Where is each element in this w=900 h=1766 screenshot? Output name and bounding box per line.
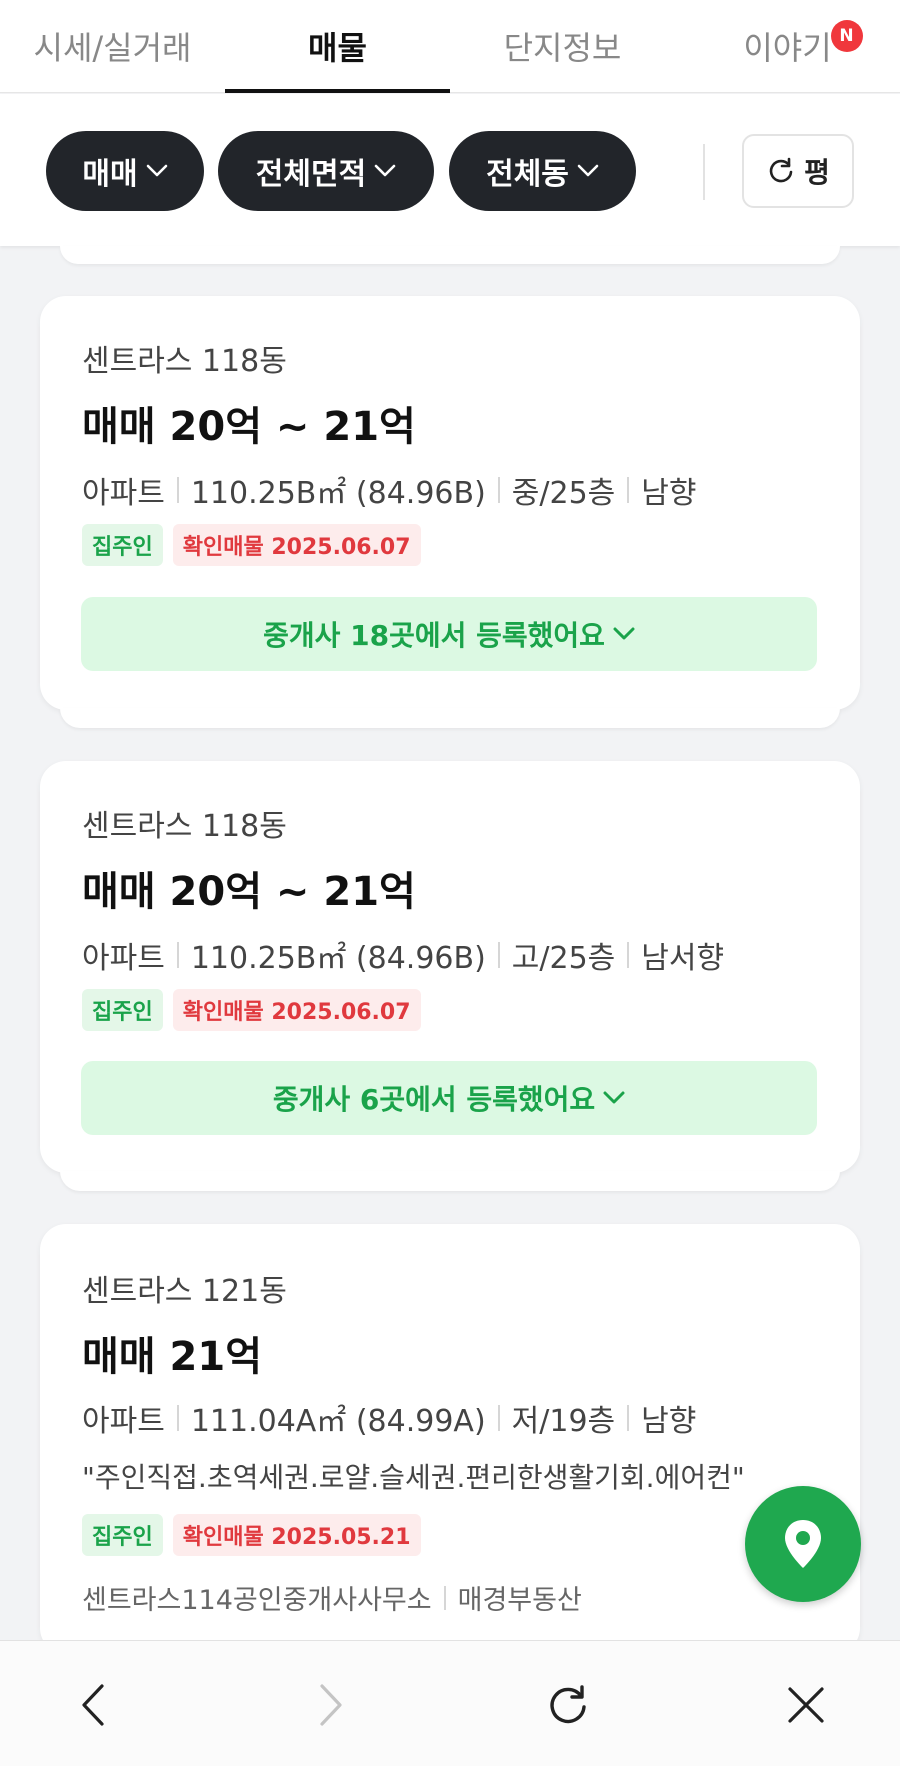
- agency-list: 센트라스114공인중개사사무소 매경부동산: [82, 1578, 582, 1617]
- map-pin-icon: [785, 1520, 821, 1568]
- card-stack-edge: [60, 1171, 840, 1191]
- forward-button[interactable]: [302, 1677, 358, 1733]
- new-badge: N: [830, 20, 863, 52]
- floor: 중/25층: [511, 476, 616, 511]
- floor: 저/19층: [511, 1404, 616, 1439]
- area: 110.25B㎡ (84.96B): [190, 941, 486, 976]
- map-view-button[interactable]: [745, 1486, 861, 1602]
- building-name: 센트라스 118동: [82, 344, 287, 379]
- tab-label: 이야기: [743, 29, 832, 67]
- reload-icon: [550, 1685, 586, 1724]
- listing-specs: 아파트 111.04A㎡ (84.99A) 저/19층 남향: [82, 1396, 696, 1440]
- top-tab-bar: 시세/실거래 매물 단지정보 이야기 N: [0, 0, 900, 93]
- floor: 고/25층: [511, 941, 616, 976]
- agents-label: 중개사 6곳에서 등록했어요: [272, 1083, 596, 1116]
- chevron-down-icon: [374, 164, 396, 177]
- owner-tag: 집주인: [82, 1514, 163, 1556]
- listing-specs: 아파트 110.25B㎡ (84.96B) 중/25층 남향: [82, 468, 696, 512]
- confirmed-tag: 확인매물 2025.06.07: [172, 989, 421, 1031]
- reload-button[interactable]: [540, 1677, 596, 1733]
- direction: 남서향: [641, 941, 725, 976]
- chip-label: 전체동: [486, 157, 569, 192]
- listing-card[interactable]: 센트라스 118동 매매 20억 ~ 21억 아파트 110.25B㎡ (84.…: [40, 761, 860, 1173]
- unit-label: 평: [804, 156, 830, 189]
- close-icon: [788, 1687, 824, 1723]
- building-filter[interactable]: 전체동: [449, 131, 636, 211]
- agents-label: 중개사 18곳에서 등록했어요: [263, 619, 605, 652]
- tab-label: 단지정보: [503, 29, 622, 67]
- confirmed-tag: 확인매물 2025.06.07: [172, 524, 421, 566]
- tag-row: 집주인 확인매물 2025.06.07: [82, 524, 421, 566]
- card-stack-edge: [60, 708, 840, 728]
- listing-price: 매매 20억 ~ 21억: [82, 869, 416, 915]
- tag-row: 집주인 확인매물 2025.06.07: [82, 989, 421, 1031]
- agency-name: 매경부동산: [457, 1585, 582, 1616]
- card-edge: [60, 246, 840, 264]
- owner-tag: 집주인: [82, 989, 163, 1031]
- area: 110.25B㎡ (84.96B): [190, 476, 486, 511]
- listing-specs: 아파트 110.25B㎡ (84.96B) 고/25층 남서향: [82, 933, 724, 977]
- trade-type-filter[interactable]: 매매: [46, 131, 204, 211]
- building-name: 센트라스 118동: [82, 809, 287, 844]
- tab-complex-info[interactable]: 단지정보: [450, 0, 675, 92]
- agents-expand-button[interactable]: 중개사 18곳에서 등록했어요: [81, 597, 817, 671]
- direction: 남향: [641, 476, 697, 511]
- listing-price: 매매 21억: [82, 1334, 262, 1380]
- property-type: 아파트: [82, 476, 165, 511]
- listing-card[interactable]: 센트라스 121동 매매 21억 아파트 111.04A㎡ (84.99A) 저…: [40, 1224, 860, 1654]
- tag-row: 집주인 확인매물 2025.05.21: [82, 1514, 421, 1556]
- confirmed-tag: 확인매물 2025.05.21: [172, 1514, 421, 1556]
- agency-name: 센트라스114공인중개사사무소: [82, 1585, 432, 1616]
- refresh-icon: [769, 157, 793, 183]
- forward-arrow-icon: [320, 1684, 342, 1726]
- area: 111.04A㎡ (84.99A): [190, 1404, 486, 1439]
- listing-price: 매매 20억 ~ 21억: [82, 404, 416, 450]
- chevron-down-icon: [577, 164, 599, 177]
- area-filter[interactable]: 전체면적: [218, 131, 434, 211]
- listing-card[interactable]: 센트라스 118동 매매 20억 ~ 21억 아파트 110.25B㎡ (84.…: [40, 296, 860, 710]
- direction: 남향: [641, 1404, 697, 1439]
- filter-bar: 매매 전체면적 전체동 평: [0, 94, 900, 246]
- divider: [703, 144, 705, 200]
- listing-description: "주인직접.초역세권.로얄.슬세권.편리한생활기회.에어컨": [82, 1461, 745, 1494]
- building-name: 센트라스 121동: [82, 1274, 287, 1309]
- chevron-down-icon: [603, 1091, 625, 1104]
- back-arrow-icon: [82, 1684, 104, 1726]
- tab-label: 시세/실거래: [33, 29, 192, 67]
- tab-listings[interactable]: 매물: [225, 0, 450, 93]
- property-type: 아파트: [82, 1404, 165, 1439]
- owner-tag: 집주인: [82, 524, 163, 566]
- back-button[interactable]: [66, 1677, 122, 1733]
- agents-expand-button[interactable]: 중개사 6곳에서 등록했어요: [81, 1061, 817, 1135]
- property-type: 아파트: [82, 941, 165, 976]
- close-button[interactable]: [778, 1677, 834, 1733]
- chevron-down-icon: [613, 627, 635, 640]
- tab-label: 매물: [308, 29, 367, 67]
- unit-toggle-button[interactable]: 평: [742, 134, 854, 208]
- browser-nav-bar: [0, 1640, 900, 1766]
- chip-label: 매매: [82, 157, 138, 192]
- tab-stories[interactable]: 이야기 N: [675, 0, 900, 92]
- chevron-down-icon: [146, 164, 167, 177]
- tab-price-history[interactable]: 시세/실거래: [0, 0, 225, 92]
- chip-label: 전체면적: [255, 157, 367, 192]
